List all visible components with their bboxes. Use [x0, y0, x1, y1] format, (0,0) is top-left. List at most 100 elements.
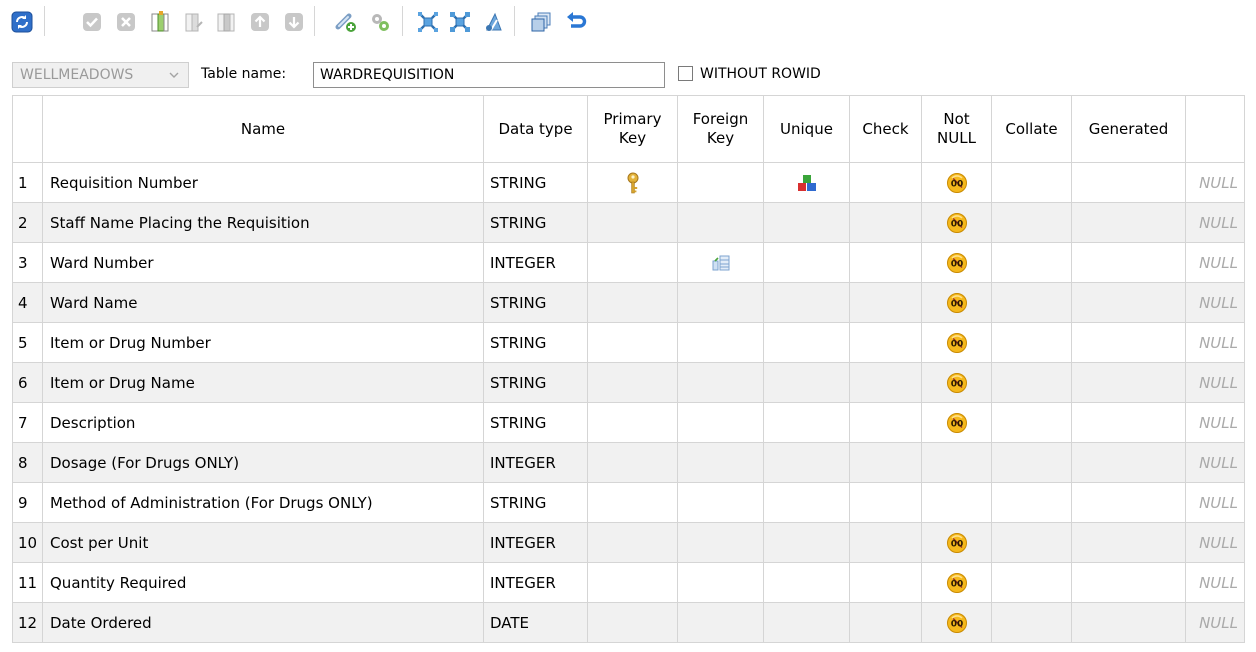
- column-name-cell[interactable]: Item or Drug Name: [42, 362, 484, 403]
- generated-cell[interactable]: [1071, 202, 1186, 243]
- collate-cell[interactable]: [991, 482, 1072, 523]
- foreign-key-cell[interactable]: [677, 562, 764, 603]
- foreign-key-icon[interactable]: [448, 10, 472, 34]
- foreign-key-cell[interactable]: [677, 162, 764, 203]
- check-cell[interactable]: [849, 482, 922, 523]
- primary-key-cell[interactable]: [587, 242, 678, 283]
- header-primary-key[interactable]: Primary Key: [587, 95, 678, 163]
- default-value-cell[interactable]: NULL: [1185, 322, 1245, 363]
- table-row[interactable]: 11 Quantity Required INTEGER 00 NULL: [12, 562, 1245, 603]
- generated-cell[interactable]: [1071, 562, 1186, 603]
- unique-cell[interactable]: [763, 562, 850, 603]
- primary-key-icon[interactable]: [416, 10, 440, 34]
- check-cell[interactable]: [849, 602, 922, 643]
- without-rowid-checkbox[interactable]: [678, 66, 693, 81]
- primary-key-cell[interactable]: [587, 602, 678, 643]
- primary-key-cell[interactable]: [587, 322, 678, 363]
- foreign-key-cell[interactable]: [677, 602, 764, 643]
- generated-cell[interactable]: [1071, 482, 1186, 523]
- collate-cell[interactable]: [991, 242, 1072, 283]
- default-value-cell[interactable]: NULL: [1185, 442, 1245, 483]
- commit-icon[interactable]: [80, 10, 104, 34]
- data-type-cell[interactable]: STRING: [483, 202, 588, 243]
- primary-key-cell[interactable]: [587, 162, 678, 203]
- default-value-cell[interactable]: NULL: [1185, 162, 1245, 203]
- header-unique[interactable]: Unique: [763, 95, 850, 163]
- not-null-cell[interactable]: 00: [921, 202, 992, 243]
- unique-cell[interactable]: [763, 402, 850, 443]
- not-null-cell[interactable]: 00: [921, 562, 992, 603]
- edit-constraint-icon[interactable]: [368, 10, 392, 34]
- data-type-cell[interactable]: DATE: [483, 602, 588, 643]
- default-value-cell[interactable]: NULL: [1185, 202, 1245, 243]
- primary-key-cell[interactable]: [587, 482, 678, 523]
- data-type-cell[interactable]: STRING: [483, 322, 588, 363]
- data-type-cell[interactable]: STRING: [483, 402, 588, 443]
- column-name-cell[interactable]: Item or Drug Number: [42, 322, 484, 363]
- unique-cell[interactable]: [763, 602, 850, 643]
- collate-cell[interactable]: [991, 362, 1072, 403]
- check-cell[interactable]: [849, 362, 922, 403]
- table-row[interactable]: 10 Cost per Unit INTEGER 00 NULL: [12, 522, 1245, 563]
- collate-cell[interactable]: [991, 322, 1072, 363]
- primary-key-cell[interactable]: [587, 402, 678, 443]
- unique-cell[interactable]: [763, 242, 850, 283]
- header-name[interactable]: Name: [42, 95, 484, 163]
- header-collate[interactable]: Collate: [991, 95, 1072, 163]
- data-type-cell[interactable]: STRING: [483, 162, 588, 203]
- column-name-cell[interactable]: Requisition Number: [42, 162, 484, 203]
- column-name-cell[interactable]: Date Ordered: [42, 602, 484, 643]
- foreign-key-cell[interactable]: [677, 362, 764, 403]
- data-type-cell[interactable]: INTEGER: [483, 242, 588, 283]
- check-cell[interactable]: [849, 162, 922, 203]
- table-row[interactable]: 9 Method of Administration (For Drugs ON…: [12, 482, 1245, 523]
- generated-cell[interactable]: [1071, 242, 1186, 283]
- data-type-cell[interactable]: INTEGER: [483, 442, 588, 483]
- move-up-icon[interactable]: [248, 10, 272, 34]
- unique-cell[interactable]: [763, 162, 850, 203]
- table-row[interactable]: 12 Date Ordered DATE 00 NULL: [12, 602, 1245, 643]
- generated-cell[interactable]: [1071, 602, 1186, 643]
- collate-cell[interactable]: [991, 202, 1072, 243]
- table-row[interactable]: 7 Description STRING 00 NULL: [12, 402, 1245, 443]
- check-cell[interactable]: [849, 282, 922, 323]
- database-select[interactable]: WELLMEADOWS: [12, 62, 189, 88]
- not-null-cell[interactable]: 00: [921, 322, 992, 363]
- not-null-cell[interactable]: [921, 482, 992, 523]
- default-value-cell[interactable]: NULL: [1185, 602, 1245, 643]
- not-null-cell[interactable]: 00: [921, 402, 992, 443]
- column-name-cell[interactable]: Description: [42, 402, 484, 443]
- not-null-cell[interactable]: [921, 442, 992, 483]
- generated-cell[interactable]: [1071, 162, 1186, 203]
- data-type-cell[interactable]: STRING: [483, 282, 588, 323]
- move-down-icon[interactable]: [282, 10, 306, 34]
- generated-cell[interactable]: [1071, 362, 1186, 403]
- foreign-key-cell[interactable]: [677, 242, 764, 283]
- default-value-cell[interactable]: NULL: [1185, 362, 1245, 403]
- refresh-icon[interactable]: [10, 10, 34, 34]
- edit-column-icon[interactable]: [182, 10, 206, 34]
- check-cell[interactable]: [849, 442, 922, 483]
- primary-key-cell[interactable]: [587, 202, 678, 243]
- collate-cell[interactable]: [991, 442, 1072, 483]
- not-null-cell[interactable]: 00: [921, 362, 992, 403]
- primary-key-cell[interactable]: [587, 562, 678, 603]
- primary-key-cell[interactable]: [587, 522, 678, 563]
- collate-cell[interactable]: [991, 562, 1072, 603]
- not-null-cell[interactable]: 00: [921, 242, 992, 283]
- copy-icon[interactable]: [530, 10, 554, 34]
- generated-cell[interactable]: [1071, 282, 1186, 323]
- check-cell[interactable]: [849, 402, 922, 443]
- data-type-cell[interactable]: STRING: [483, 482, 588, 523]
- header-check[interactable]: Check: [849, 95, 922, 163]
- column-name-cell[interactable]: Ward Number: [42, 242, 484, 283]
- primary-key-cell[interactable]: [587, 362, 678, 403]
- unique-cell[interactable]: [763, 442, 850, 483]
- not-null-cell[interactable]: 00: [921, 522, 992, 563]
- table-row[interactable]: 2 Staff Name Placing the Requisition STRIN…: [12, 202, 1245, 243]
- delete-column-icon[interactable]: [214, 10, 238, 34]
- data-type-cell[interactable]: INTEGER: [483, 562, 588, 603]
- add-constraint-icon[interactable]: [334, 10, 358, 34]
- table-row[interactable]: 8 Dosage (For Drugs ONLY) INTEGER NULL: [12, 442, 1245, 483]
- foreign-key-cell[interactable]: [677, 522, 764, 563]
